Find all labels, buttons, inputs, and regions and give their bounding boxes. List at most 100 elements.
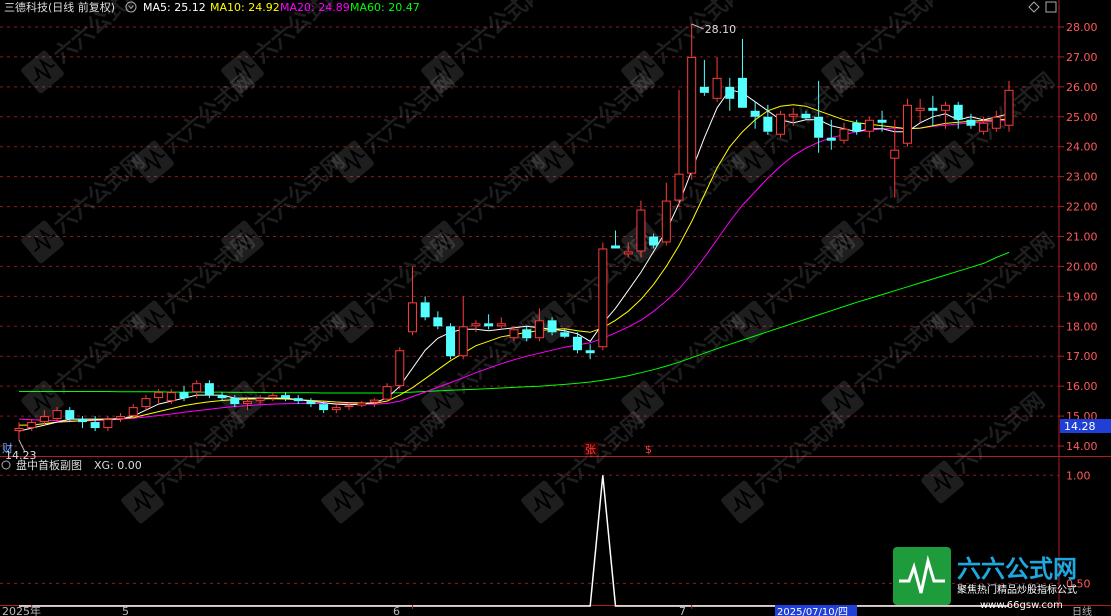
svg-text:28.10: 28.10: [705, 23, 737, 36]
candle-body: [763, 116, 773, 132]
candle-body: [128, 407, 138, 417]
svg-text:张: 张: [585, 443, 596, 456]
y-tick-label: 27.00: [1066, 51, 1098, 64]
y-tick-label: 24.00: [1066, 141, 1098, 154]
xg-value: XG: 0.00: [94, 459, 142, 472]
candle-body: [890, 149, 900, 159]
candle-body: [572, 336, 582, 351]
x-tick-label: 5: [122, 605, 129, 616]
candle-body: [268, 395, 278, 399]
date-axis-start: 2025年: [2, 604, 41, 616]
candle-body: [509, 329, 519, 339]
svg-text:聚焦热门精品炒股指标公式: 聚焦热门精品炒股指标公式: [957, 583, 1077, 596]
candle-body: [446, 326, 456, 357]
candle-body: [496, 323, 506, 327]
candle-body: [230, 398, 240, 405]
candle-body: [344, 405, 354, 408]
candle-body: [534, 320, 544, 339]
sub-y-tick-label: 1.00: [1066, 469, 1091, 482]
y-tick-label: 18.00: [1066, 320, 1098, 333]
candle-body: [255, 398, 265, 402]
candle-body: [357, 402, 367, 406]
candle-body: [116, 416, 126, 420]
candle: [776, 110, 786, 138]
candle-body: [991, 116, 1001, 129]
candle-body: [839, 128, 849, 141]
candle-body: [471, 323, 481, 327]
candle-body: [852, 122, 862, 132]
sub-chart-title[interactable]: 盘中首板副图: [16, 458, 82, 472]
y-tick-label: 28.00: [1066, 21, 1098, 34]
svg-text:六六公式网: 六六公式网: [957, 555, 1077, 583]
candle-body: [522, 329, 532, 339]
candle-body: [204, 383, 214, 396]
x-tick-label: 6: [393, 605, 400, 616]
candle-body: [776, 113, 786, 135]
candle-body: [661, 200, 671, 243]
candle-body: [217, 395, 227, 399]
candle-body: [623, 251, 633, 255]
candle-body: [725, 86, 735, 99]
candle-body: [103, 419, 113, 429]
candle-body: [598, 248, 608, 348]
candle-body: [585, 350, 595, 354]
candle-body: [331, 407, 341, 411]
y-tick-label: 26.00: [1066, 81, 1098, 94]
limit-up-badge[interactable]: 张: [584, 442, 598, 456]
y-tick-label: 19.00: [1066, 290, 1098, 303]
candle-body: [369, 399, 379, 403]
candle-body: [166, 392, 176, 402]
date-tag: 2025/07/10/四: [775, 605, 857, 616]
candle-body: [319, 404, 329, 411]
candle-body: [27, 422, 37, 429]
candle-body: [90, 422, 100, 429]
candle-body: [902, 104, 912, 144]
candle-body: [547, 320, 557, 333]
chart-title[interactable]: 三德科技(日线 前复权): [4, 0, 115, 14]
candle-body: [395, 350, 405, 387]
candle-body: [687, 56, 697, 174]
candle-body: [814, 116, 824, 138]
candle: [446, 323, 456, 360]
y-tick-label: 22.00: [1066, 201, 1098, 214]
ma10-value: MA10: 24.92: [210, 1, 280, 14]
candle-body: [420, 302, 430, 318]
candle-body: [636, 209, 646, 252]
candle-body: [750, 110, 760, 117]
y-tick-label: 25.00: [1066, 111, 1098, 124]
stock-chart[interactable]: 六六公式网 六六公式网 六六公式网 六六公式网 六六公式网六六公式网 六六公式网 六六公式网…: [0, 0, 1111, 616]
candle-body: [77, 419, 87, 423]
svg-text:14.28: 14.28: [1064, 420, 1096, 433]
candle-body: [382, 386, 392, 400]
candle-body: [877, 119, 887, 123]
candle-body: [979, 122, 989, 132]
finance-marker[interactable]: 财: [2, 441, 13, 455]
candle-body: [242, 401, 252, 405]
candle-body: [649, 236, 659, 246]
candle-body: [458, 326, 468, 357]
candle-body: [192, 383, 202, 393]
y-tick-label: 16.00: [1066, 380, 1098, 393]
y-tick-label: 20.00: [1066, 260, 1098, 273]
x-tick-label: 7: [679, 605, 686, 616]
signal-s-marker[interactable]: $: [645, 443, 652, 456]
candle: [395, 347, 405, 390]
candle-body: [699, 86, 709, 93]
candle-body: [801, 113, 811, 119]
period-label[interactable]: 日线: [1072, 605, 1092, 616]
candle-body: [14, 428, 24, 432]
candle-body: [52, 410, 62, 420]
candle-body: [141, 398, 151, 408]
svg-text:2025/07/10/四: 2025/07/10/四: [777, 607, 848, 616]
candle-body: [293, 398, 303, 402]
y-tick-label: 23.00: [1066, 171, 1098, 184]
candle-body: [941, 104, 951, 111]
candle-body: [1004, 89, 1014, 126]
site-url: www.66gsw.com: [980, 600, 1063, 611]
candle: [902, 98, 912, 147]
candle-body: [433, 317, 443, 327]
y-tick-label: 14.00: [1066, 440, 1098, 453]
ma60-value: MA60: 20.47: [350, 1, 420, 14]
candle-body: [966, 119, 976, 126]
candle-body: [928, 107, 938, 111]
